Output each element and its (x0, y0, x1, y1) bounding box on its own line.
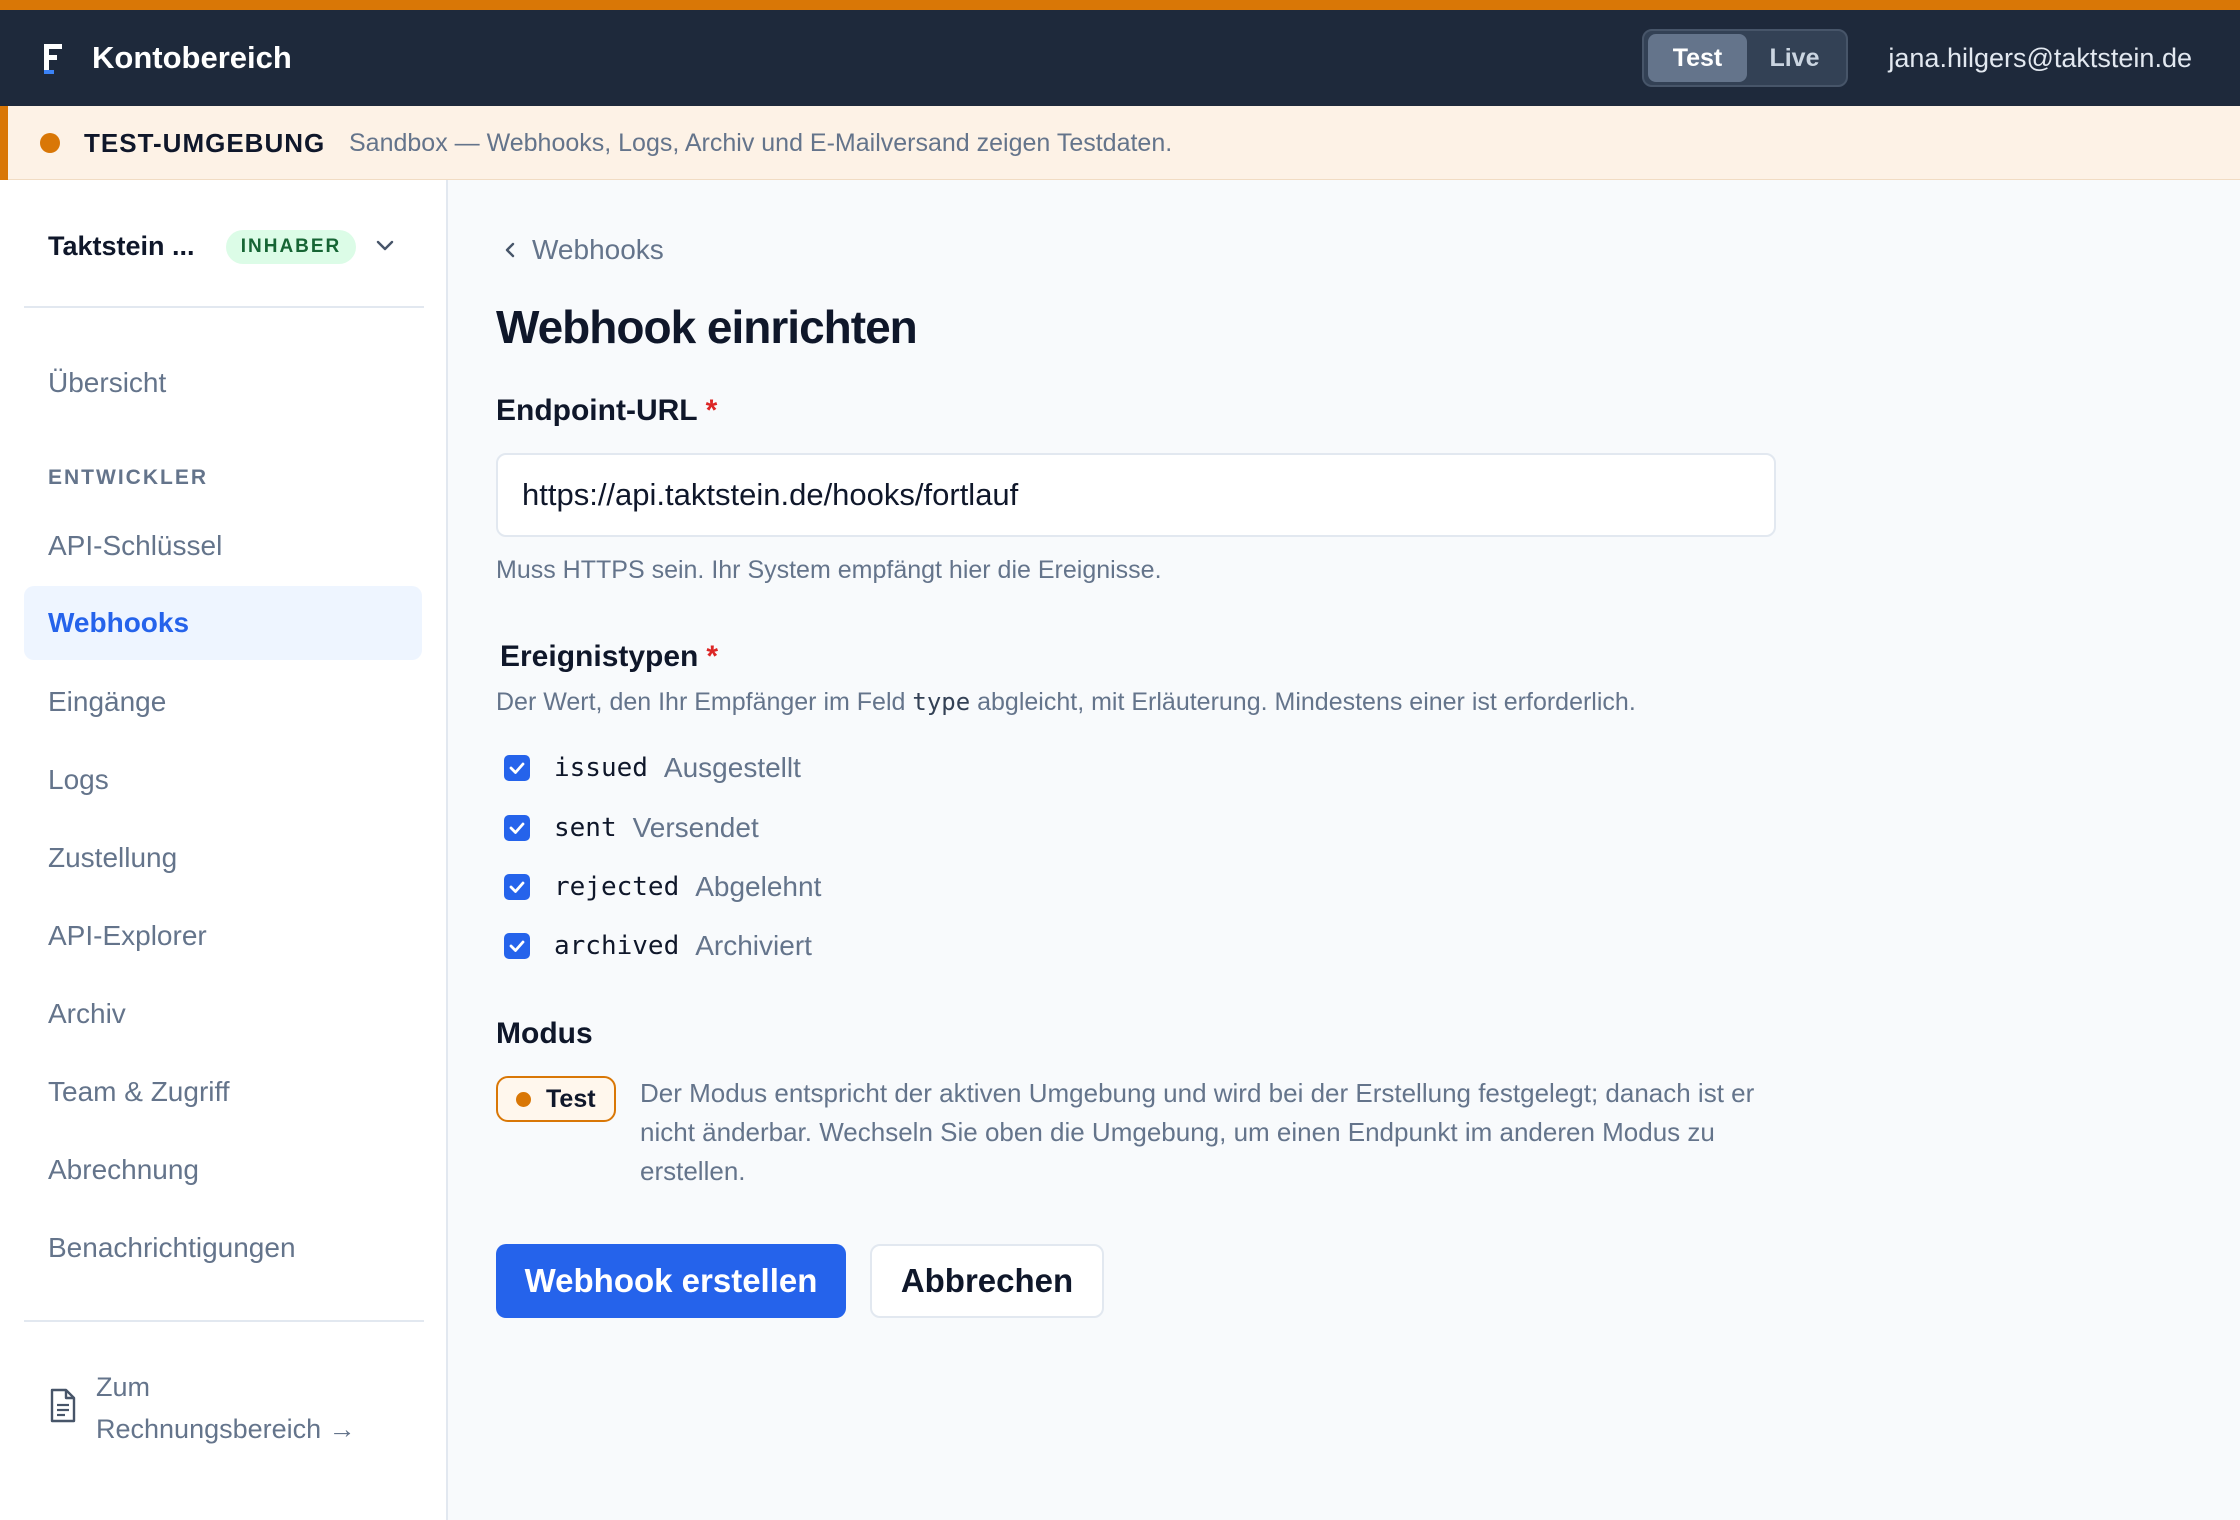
mode-badge-text: Test (546, 1085, 596, 1113)
sidebar-divider (24, 1320, 424, 1322)
event-option-archived[interactable]: archived Archiviert (504, 926, 812, 966)
sidebar-item-archive[interactable]: Archiv (24, 977, 422, 1051)
event-code: archived (554, 931, 680, 961)
main-content: Webhooks Webhook einrichten Endpoint-URL… (450, 180, 2240, 1520)
app-title: Kontobereich (92, 40, 292, 75)
event-types-help-code: type (912, 688, 971, 716)
environment-switch: Test Live (1642, 29, 1848, 87)
sidebar-item-webhooks[interactable]: Webhooks (24, 586, 422, 660)
user-email[interactable]: jana.hilgers@taktstein.de (1888, 10, 2192, 106)
env-test-button[interactable]: Test (1648, 34, 1747, 82)
event-description: Versendet (632, 812, 759, 843)
sidebar-item-api-explorer[interactable]: API-Explorer (24, 899, 422, 973)
chevron-left-icon (505, 242, 515, 258)
create-webhook-button[interactable]: Webhook erstellen (496, 1244, 846, 1318)
endpoint-url-input[interactable] (496, 453, 1776, 537)
checkbox-checked-icon[interactable] (504, 815, 530, 841)
invoice-area-link[interactable]: Zum Rechnungsbereich → (48, 1366, 408, 1456)
endpoint-url-help: Muss HTTPS sein. Ihr System empfängt hie… (496, 556, 1162, 584)
invoice-area-link-text: Zum Rechnungsbereich → (96, 1366, 356, 1450)
event-code: sent (554, 813, 617, 843)
event-types-label: Ereignistypen * (500, 640, 718, 674)
cancel-button[interactable]: Abbrechen (870, 1244, 1104, 1318)
banner-title: TEST-UMGEBUNG (84, 128, 326, 158)
back-link-label: Webhooks (532, 234, 664, 265)
invoice-area-link-line1: Zum (96, 1372, 150, 1402)
env-live-button[interactable]: Live (1747, 34, 1842, 82)
status-dot-icon (40, 133, 60, 153)
sidebar-item-team[interactable]: Team & Zugriff (24, 1055, 422, 1129)
endpoint-url-label-text: Endpoint-URL (496, 394, 698, 427)
sidebar-divider (24, 306, 424, 308)
sidebar-item-uebersicht[interactable]: Übersicht (24, 346, 422, 420)
sidebar-item-inbox[interactable]: Eingänge (24, 665, 422, 739)
required-mark: * (706, 640, 719, 673)
mode-badge: Test (496, 1076, 616, 1122)
sidebar: Taktstein ... INHABER Übersicht ENTWICKL… (0, 180, 448, 1520)
banner-text: Sandbox — Webhooks, Logs, Archiv und E-M… (349, 129, 1173, 157)
sidebar-item-delivery[interactable]: Zustellung (24, 821, 422, 895)
event-option-rejected[interactable]: rejected Abgelehnt (504, 867, 821, 907)
org-switcher[interactable]: Taktstein ... INHABER (48, 226, 394, 266)
event-option-issued[interactable]: issued Ausgestellt (504, 748, 801, 788)
banner-stripe (0, 106, 8, 180)
brand-logo-icon (44, 44, 62, 74)
test-environment-banner: TEST-UMGEBUNG Sandbox — Webhooks, Logs, … (0, 106, 2240, 180)
page-title: Webhook einrichten (496, 301, 918, 353)
sidebar-section-title: ENTWICKLER (48, 466, 208, 489)
top-bar: Kontobereich Test Live jana.hilgers@takt… (0, 10, 2240, 106)
org-name: Taktstein ... (48, 230, 195, 261)
checkbox-checked-icon[interactable] (504, 755, 530, 781)
invoice-area-link-line2: Rechnungsbereich → (96, 1414, 356, 1444)
endpoint-url-label: Endpoint-URL * (496, 394, 717, 428)
back-link[interactable]: Webhooks (500, 230, 664, 270)
event-description: Ausgestellt (663, 752, 801, 783)
event-types-help-after: abgleicht, mit Erläuterung. Mindestens e… (977, 688, 1636, 716)
event-code: rejected (554, 872, 680, 902)
checkbox-checked-icon[interactable] (504, 933, 530, 959)
environment-accent-bar (0, 0, 2240, 10)
role-badge: INHABER (226, 230, 356, 264)
status-dot-icon (516, 1092, 531, 1107)
sidebar-item-api-keys[interactable]: API-Schlüssel (24, 509, 422, 583)
event-types-help-before: Der Wert, den Ihr Empfänger im Feld (496, 688, 906, 716)
required-mark: * (705, 394, 718, 427)
checkbox-checked-icon[interactable] (504, 874, 530, 900)
mode-help: Der Modus entspricht der aktiven Umgebun… (640, 1078, 1755, 1186)
event-option-sent[interactable]: sent Versendet (504, 808, 759, 848)
sidebar-item-billing[interactable]: Abrechnung (24, 1133, 422, 1207)
document-icon (50, 1388, 76, 1423)
event-types-help: Der Wert, den Ihr Empfänger im Feld type… (496, 688, 1636, 717)
event-description: Archiviert (695, 930, 812, 961)
sidebar-item-logs[interactable]: Logs (24, 743, 422, 817)
event-types-label-text: Ereignistypen (500, 640, 699, 673)
event-code: issued (554, 753, 648, 783)
event-description: Abgelehnt (695, 871, 822, 902)
mode-label: Modus (496, 1017, 593, 1050)
sidebar-item-notifications[interactable]: Benachrichtigungen (24, 1211, 422, 1285)
chevron-down-icon[interactable] (372, 232, 398, 258)
